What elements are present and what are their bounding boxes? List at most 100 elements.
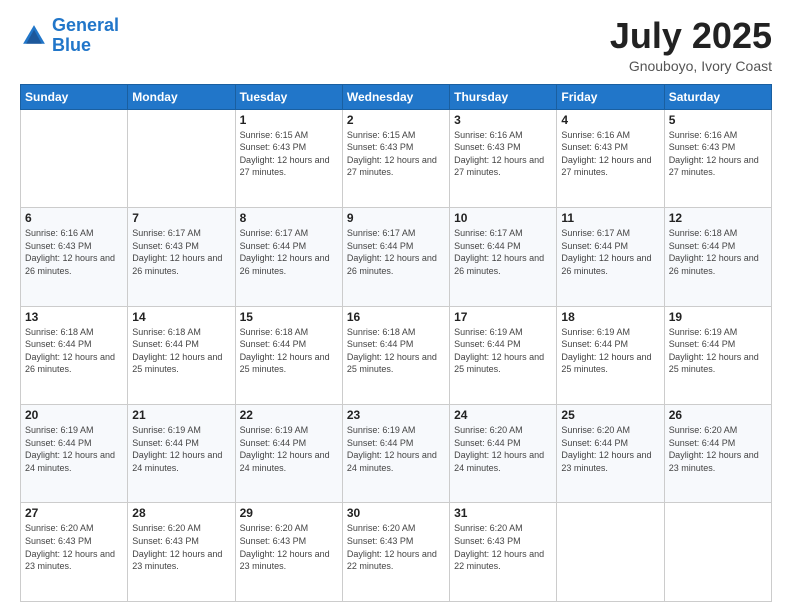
day-info: Sunrise: 6:18 AMSunset: 6:44 PMDaylight:… — [240, 326, 338, 376]
day-number: 7 — [132, 211, 230, 225]
calendar-cell: 10 Sunrise: 6:17 AMSunset: 6:44 PMDayligh… — [450, 208, 557, 306]
calendar-cell: 29Sunrise: 6:20 AMSunset: 6:43 PMDayligh… — [235, 503, 342, 602]
calendar-cell: 23 Sunrise: 6:19 AMSunset: 6:44 PMDayligh… — [342, 405, 449, 503]
day-number: 13 — [25, 310, 123, 324]
month-title: July 2025 — [610, 16, 772, 56]
calendar-week-row: 13 Sunrise: 6:18 AMSunset: 6:44 PMDayligh… — [21, 306, 772, 404]
calendar-week-row: 20Sunrise: 6:19 AMSunset: 6:44 PMDayligh… — [21, 405, 772, 503]
calendar-cell — [21, 109, 128, 207]
day-info: Sunrise: 6:19 AMSunset: 6:44 PMDaylight:… — [132, 424, 230, 474]
calendar-cell: 16 Sunrise: 6:18 AMSunset: 6:44 PMDayligh… — [342, 306, 449, 404]
day-info: Sunrise: 6:20 AMSunset: 6:44 PMDaylight:… — [454, 424, 552, 474]
logo: General Blue — [20, 16, 119, 56]
day-number: 3 — [454, 113, 552, 127]
day-number: 24 — [454, 408, 552, 422]
calendar-cell: 21 Sunrise: 6:19 AMSunset: 6:44 PMDayligh… — [128, 405, 235, 503]
title-block: July 2025 Gnouboyo, Ivory Coast — [610, 16, 772, 74]
day-info: Sunrise: 6:15 AMSunset: 6:43 PMDaylight:… — [347, 129, 445, 179]
calendar-cell: 7 Sunrise: 6:17 AMSunset: 6:43 PMDaylight… — [128, 208, 235, 306]
day-number: 27 — [25, 506, 123, 520]
day-info: Sunrise: 6:20 AMSunset: 6:43 PMDaylight:… — [25, 522, 123, 572]
calendar-day-header: Wednesday — [342, 84, 449, 109]
calendar-cell: 2 Sunrise: 6:15 AMSunset: 6:43 PMDaylight… — [342, 109, 449, 207]
day-info: Sunrise: 6:17 AMSunset: 6:43 PMDaylight:… — [132, 227, 230, 277]
day-number: 10 — [454, 211, 552, 225]
day-number: 21 — [132, 408, 230, 422]
calendar-cell: 12Sunrise: 6:18 AMSunset: 6:44 PMDayligh… — [664, 208, 771, 306]
calendar-cell — [557, 503, 664, 602]
calendar-cell: 31 Sunrise: 6:20 AMSunset: 6:43 PMDayligh… — [450, 503, 557, 602]
day-info: Sunrise: 6:17 AMSunset: 6:44 PMDaylight:… — [561, 227, 659, 277]
day-number: 22 — [240, 408, 338, 422]
calendar-cell: 25 Sunrise: 6:20 AMSunset: 6:44 PMDayligh… — [557, 405, 664, 503]
day-info: Sunrise: 6:20 AMSunset: 6:43 PMDaylight:… — [132, 522, 230, 572]
logo-line2: Blue — [52, 35, 91, 55]
calendar-cell: 11 Sunrise: 6:17 AMSunset: 6:44 PMDayligh… — [557, 208, 664, 306]
calendar-cell: 19Sunrise: 6:19 AMSunset: 6:44 PMDayligh… — [664, 306, 771, 404]
calendar-cell: 30Sunrise: 6:20 AMSunset: 6:43 PMDayligh… — [342, 503, 449, 602]
day-info: Sunrise: 6:19 AMSunset: 6:44 PMDaylight:… — [669, 326, 767, 376]
day-info: Sunrise: 6:18 AMSunset: 6:44 PMDaylight:… — [132, 326, 230, 376]
day-info: Sunrise: 6:19 AMSunset: 6:44 PMDaylight:… — [347, 424, 445, 474]
day-info: Sunrise: 6:17 AMSunset: 6:44 PMDaylight:… — [240, 227, 338, 277]
day-number: 1 — [240, 113, 338, 127]
calendar-day-header: Sunday — [21, 84, 128, 109]
calendar-table: SundayMondayTuesdayWednesdayThursdayFrid… — [20, 84, 772, 602]
calendar-day-header: Tuesday — [235, 84, 342, 109]
calendar-cell: 6 Sunrise: 6:16 AMSunset: 6:43 PMDaylight… — [21, 208, 128, 306]
day-info: Sunrise: 6:19 AMSunset: 6:44 PMDaylight:… — [561, 326, 659, 376]
day-info: Sunrise: 6:16 AMSunset: 6:43 PMDaylight:… — [561, 129, 659, 179]
day-info: Sunrise: 6:19 AMSunset: 6:44 PMDaylight:… — [454, 326, 552, 376]
day-number: 6 — [25, 211, 123, 225]
day-info: Sunrise: 6:17 AMSunset: 6:44 PMDaylight:… — [454, 227, 552, 277]
day-info: Sunrise: 6:18 AMSunset: 6:44 PMDaylight:… — [347, 326, 445, 376]
day-number: 31 — [454, 506, 552, 520]
page: General Blue July 2025 Gnouboyo, Ivory C… — [0, 0, 792, 612]
day-number: 11 — [561, 211, 659, 225]
calendar-cell: 3Sunrise: 6:16 AMSunset: 6:43 PMDaylight… — [450, 109, 557, 207]
calendar-cell: 14 Sunrise: 6:18 AMSunset: 6:44 PMDayligh… — [128, 306, 235, 404]
day-number: 30 — [347, 506, 445, 520]
calendar-cell: 15Sunrise: 6:18 AMSunset: 6:44 PMDayligh… — [235, 306, 342, 404]
calendar-week-row: 27 Sunrise: 6:20 AMSunset: 6:43 PMDayligh… — [21, 503, 772, 602]
day-info: Sunrise: 6:20 AMSunset: 6:44 PMDaylight:… — [561, 424, 659, 474]
calendar-cell: 9Sunrise: 6:17 AMSunset: 6:44 PMDaylight… — [342, 208, 449, 306]
calendar-day-header: Friday — [557, 84, 664, 109]
day-info: Sunrise: 6:19 AMSunset: 6:44 PMDaylight:… — [240, 424, 338, 474]
day-info: Sunrise: 6:20 AMSunset: 6:44 PMDaylight:… — [669, 424, 767, 474]
calendar-cell: 22 Sunrise: 6:19 AMSunset: 6:44 PMDayligh… — [235, 405, 342, 503]
calendar-cell: 5 Sunrise: 6:16 AMSunset: 6:43 PMDaylight… — [664, 109, 771, 207]
day-info: Sunrise: 6:19 AMSunset: 6:44 PMDaylight:… — [25, 424, 123, 474]
day-info: Sunrise: 6:20 AMSunset: 6:43 PMDaylight:… — [240, 522, 338, 572]
day-info: Sunrise: 6:18 AMSunset: 6:44 PMDaylight:… — [25, 326, 123, 376]
day-number: 8 — [240, 211, 338, 225]
day-number: 23 — [347, 408, 445, 422]
day-number: 2 — [347, 113, 445, 127]
day-info: Sunrise: 6:20 AMSunset: 6:43 PMDaylight:… — [454, 522, 552, 572]
logo-icon — [20, 22, 48, 50]
day-number: 16 — [347, 310, 445, 324]
calendar-cell: 17 Sunrise: 6:19 AMSunset: 6:44 PMDayligh… — [450, 306, 557, 404]
day-number: 9 — [347, 211, 445, 225]
day-number: 25 — [561, 408, 659, 422]
day-number: 5 — [669, 113, 767, 127]
day-number: 17 — [454, 310, 552, 324]
day-info: Sunrise: 6:16 AMSunset: 6:43 PMDaylight:… — [25, 227, 123, 277]
day-number: 28 — [132, 506, 230, 520]
calendar-cell: 18Sunrise: 6:19 AMSunset: 6:44 PMDayligh… — [557, 306, 664, 404]
day-info: Sunrise: 6:15 AMSunset: 6:43 PMDaylight:… — [240, 129, 338, 179]
calendar-cell: 20Sunrise: 6:19 AMSunset: 6:44 PMDayligh… — [21, 405, 128, 503]
calendar-cell: 28 Sunrise: 6:20 AMSunset: 6:43 PMDayligh… — [128, 503, 235, 602]
day-info: Sunrise: 6:18 AMSunset: 6:44 PMDaylight:… — [669, 227, 767, 277]
calendar-day-header: Saturday — [664, 84, 771, 109]
calendar-day-header: Monday — [128, 84, 235, 109]
calendar-cell: 24 Sunrise: 6:20 AMSunset: 6:44 PMDayligh… — [450, 405, 557, 503]
calendar-day-header: Thursday — [450, 84, 557, 109]
calendar-cell — [664, 503, 771, 602]
calendar-week-row: 1 Sunrise: 6:15 AMSunset: 6:43 PMDaylight… — [21, 109, 772, 207]
day-info: Sunrise: 6:16 AMSunset: 6:43 PMDaylight:… — [669, 129, 767, 179]
logo-line1: General — [52, 15, 119, 35]
calendar-cell: 13 Sunrise: 6:18 AMSunset: 6:44 PMDayligh… — [21, 306, 128, 404]
day-number: 14 — [132, 310, 230, 324]
location: Gnouboyo, Ivory Coast — [610, 58, 772, 74]
